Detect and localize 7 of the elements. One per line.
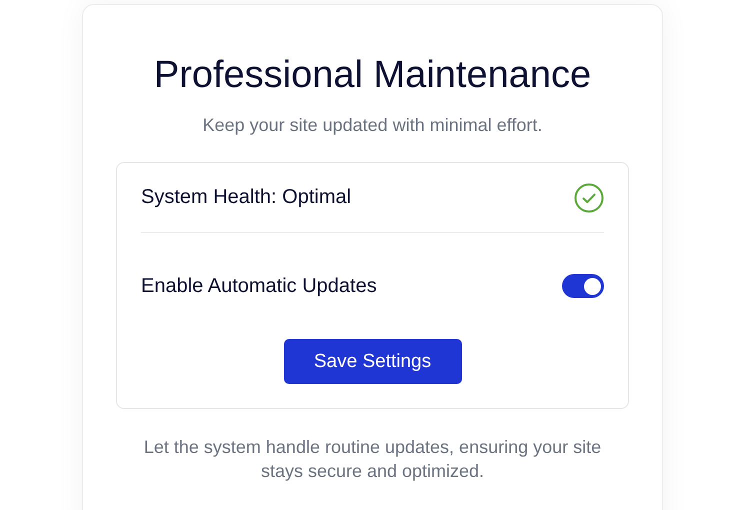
toggle-switch[interactable] — [562, 274, 604, 298]
setting-label: Enable Automatic Updates — [141, 274, 377, 298]
page-title: Professional Maintenance — [154, 53, 592, 97]
footer-text: Let the system handle routine updates, ensuring your site stays secure and optimized. — [142, 436, 602, 483]
subtitle: Keep your site updated with minimal effort. — [202, 114, 542, 137]
save-button[interactable]: Save Settings — [284, 339, 462, 384]
setting-label: System Health: Optimal — [141, 186, 352, 209]
